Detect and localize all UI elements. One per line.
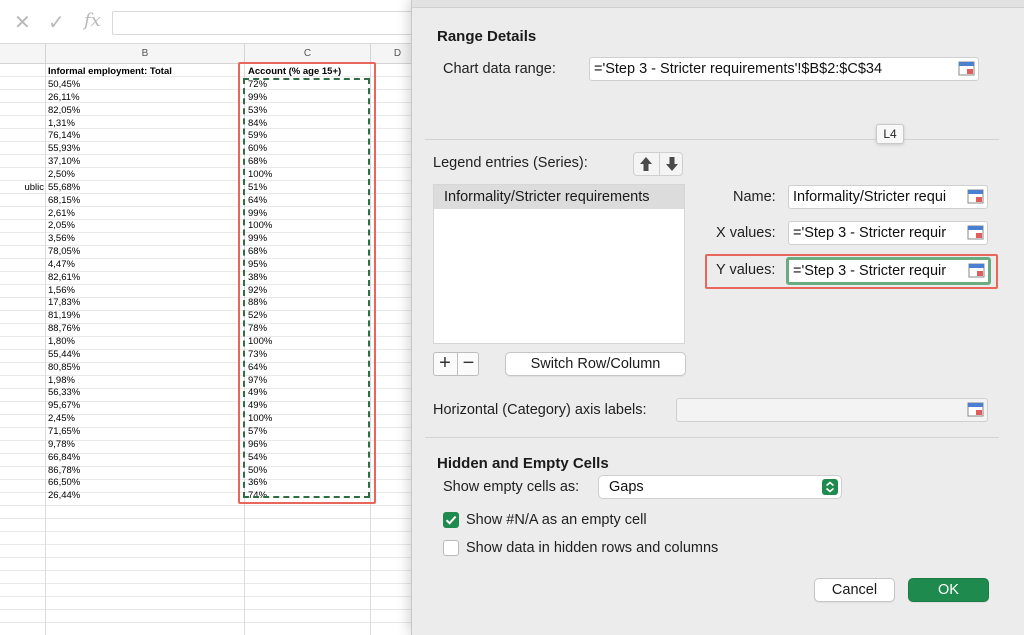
informal-employment-cell[interactable]: 26,11% <box>48 91 238 104</box>
informal-employment-cell[interactable]: 3,56% <box>48 232 238 245</box>
range-picker-icon[interactable] <box>967 189 984 204</box>
show-empty-cells-label: Show empty cells as: <box>443 479 580 495</box>
range-highlight <box>238 62 376 504</box>
informal-employment-cell[interactable]: 2,50% <box>48 168 238 181</box>
series-name-field[interactable]: Informality/Stricter requi <box>788 185 988 209</box>
series-list-item[interactable]: Informality/Stricter requirements <box>434 185 684 209</box>
horizontal-axis-labels-label: Horizontal (Category) axis labels: <box>433 402 647 418</box>
show-na-as-empty-label[interactable]: Show #N/A as an empty cell <box>466 512 647 528</box>
informal-employment-cell[interactable]: 86,78% <box>48 464 238 477</box>
show-na-as-empty-checkbox[interactable] <box>443 512 459 528</box>
informal-employment-cell[interactable]: 82,61% <box>48 271 238 284</box>
informal-employment-cell[interactable]: 68,15% <box>48 194 238 207</box>
select-chevrons-icon <box>822 479 838 495</box>
informal-employment-cell[interactable]: 76,14% <box>48 129 238 142</box>
ok-button[interactable]: OK <box>908 578 989 602</box>
name-label: Name: <box>733 189 776 205</box>
informal-employment-cell[interactable]: 2,45% <box>48 412 238 425</box>
x-values-field[interactable]: ='Step 3 - Stricter requir <box>788 221 988 245</box>
informal-employment-cell[interactable]: 55,93% <box>48 142 238 155</box>
informal-employment-cell[interactable]: 81,19% <box>48 309 238 322</box>
chart-data-range-label: Chart data range: <box>443 61 556 77</box>
informal-employment-cell[interactable]: 17,83% <box>48 296 238 309</box>
add-remove-series: + − <box>433 352 479 376</box>
informal-employment-cell[interactable]: 1,31% <box>48 117 238 130</box>
section-divider <box>425 437 999 438</box>
informal-employment-cell[interactable]: 1,80% <box>48 335 238 348</box>
informal-employment-cell[interactable]: 56,33% <box>48 386 238 399</box>
chart-data-range-value: ='Step 3 - Stricter requirements'!$B$2:$… <box>594 61 883 77</box>
range-picker-icon[interactable] <box>967 402 984 417</box>
show-hidden-data-label[interactable]: Show data in hidden rows and columns <box>466 540 718 556</box>
show-hidden-data-checkbox[interactable] <box>443 540 459 556</box>
add-series-button[interactable]: + <box>434 353 456 375</box>
series-list[interactable]: Informality/Stricter requirements <box>433 184 685 344</box>
informal-employment-cell[interactable]: 2,05% <box>48 219 238 232</box>
move-series-down-button[interactable] <box>659 153 683 175</box>
show-empty-cells-value: Gaps <box>609 479 644 495</box>
range-details-title: Range Details <box>437 28 537 45</box>
series-name-value: Informality/Stricter requi <box>793 189 947 205</box>
range-picker-icon[interactable] <box>968 263 985 278</box>
informal-employment-cell[interactable]: 78,05% <box>48 245 238 258</box>
dialog-top-edge <box>412 0 1024 8</box>
informal-employment-cell[interactable]: 9,78% <box>48 438 238 451</box>
y-values-field[interactable]: ='Step 3 - Stricter requir <box>786 257 991 285</box>
informal-employment-cell[interactable]: 71,65% <box>48 425 238 438</box>
informal-employment-cell[interactable]: 95,67% <box>48 399 238 412</box>
x-values-label: X values: <box>716 225 776 241</box>
informal-employment-cell[interactable]: 88,76% <box>48 322 238 335</box>
arrow-down-icon <box>666 157 678 171</box>
y-values-value: ='Step 3 - Stricter requir <box>793 263 947 279</box>
informal-employment-cell[interactable]: 1,56% <box>48 284 238 297</box>
move-series-up-button[interactable] <box>634 153 658 175</box>
column-header-a[interactable] <box>0 44 46 64</box>
series-order-buttons <box>633 152 683 176</box>
remove-series-button[interactable]: − <box>457 353 479 375</box>
informal-employment-cell[interactable]: 4,47% <box>48 258 238 271</box>
y-values-label: Y values: <box>716 262 776 278</box>
section-divider <box>425 139 999 140</box>
x-values-value: ='Step 3 - Stricter requir <box>793 225 947 241</box>
column-header-b[interactable]: B <box>46 44 245 64</box>
range-picker-icon[interactable] <box>967 225 984 240</box>
cancel-formula-icon[interactable]: ✕ <box>14 10 31 35</box>
informal-employment-cell[interactable]: 50,45% <box>48 78 238 91</box>
informal-employment-cell[interactable]: 26,44% <box>48 489 238 502</box>
informal-employment-cell[interactable]: 37,10% <box>48 155 238 168</box>
informal-employment-cell[interactable]: 55,44% <box>48 348 238 361</box>
informal-employment-cell[interactable]: 2,61% <box>48 207 238 220</box>
horizontal-axis-labels-field[interactable] <box>676 398 988 422</box>
arrow-up-icon <box>640 157 652 171</box>
hidden-empty-cells-title: Hidden and Empty Cells <box>437 455 609 472</box>
informal-employment-cell[interactable]: 82,05% <box>48 104 238 117</box>
switch-row-column-button[interactable]: Switch Row/Column <box>505 352 686 376</box>
cell-tooltip: L4 <box>876 124 904 144</box>
function-icon[interactable]: fx <box>84 10 101 31</box>
informal-employment-cell[interactable]: 80,85% <box>48 361 238 374</box>
header-informal-employment[interactable]: Informal employment: Total <box>48 65 238 78</box>
range-picker-icon[interactable] <box>958 61 975 76</box>
informal-employment-cell[interactable]: 66,50% <box>48 476 238 489</box>
chart-data-range-field[interactable]: ='Step 3 - Stricter requirements'!$B$2:$… <box>589 57 979 81</box>
show-empty-cells-select[interactable]: Gaps <box>598 475 842 499</box>
informal-employment-cell[interactable]: 66,84% <box>48 451 238 464</box>
legend-entries-label: Legend entries (Series): <box>433 155 588 171</box>
cancel-button[interactable]: Cancel <box>814 578 895 602</box>
partial-country-cell[interactable]: ublic <box>2 181 44 194</box>
confirm-formula-icon[interactable]: ✓ <box>48 10 65 35</box>
informal-employment-cell[interactable]: 1,98% <box>48 374 238 387</box>
informal-employment-cell[interactable]: 55,68% <box>48 181 238 194</box>
column-header-c[interactable]: C <box>245 44 371 64</box>
checkmark-icon <box>445 515 457 525</box>
